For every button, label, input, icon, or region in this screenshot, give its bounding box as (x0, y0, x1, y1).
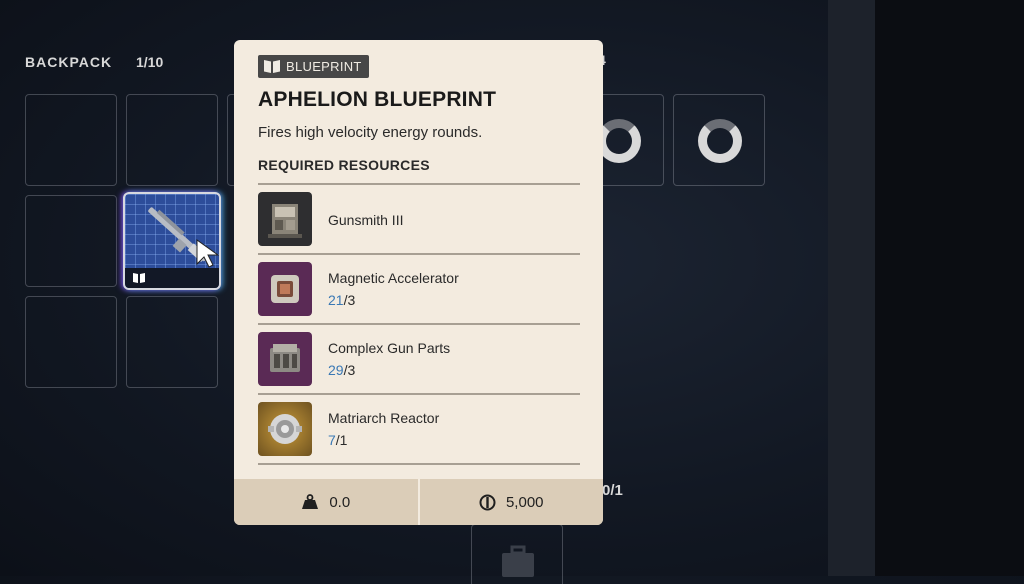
gun-parts-icon (258, 332, 312, 386)
backpack-slot[interactable] (25, 94, 117, 186)
workbench-icon (258, 192, 312, 246)
backpack-slot-selected[interactable] (123, 192, 221, 290)
reactor-icon (258, 402, 312, 456)
resource-name: Matriarch Reactor (328, 410, 440, 426)
coin-icon (479, 494, 496, 510)
backpack-count: 1/10 (136, 54, 164, 70)
tooltip-footer: 0.0 5,000 (234, 479, 603, 525)
item-price: 5,000 (420, 479, 604, 525)
item-type-label: BLUEPRINT (286, 59, 362, 74)
divider (258, 183, 580, 185)
safe-pocket-slot[interactable] (471, 524, 563, 584)
resource-name: Complex Gun Parts (328, 340, 451, 356)
resource-row: Magnetic Accelerator 21/3 (258, 262, 580, 318)
right-side-panel (828, 0, 875, 576)
accelerator-icon (258, 262, 312, 316)
weight-icon (302, 494, 319, 509)
resource-row: Gunsmith III (258, 192, 580, 248)
item-title: APHELION BLUEPRINT (258, 88, 497, 111)
required-quantity: /3 (343, 292, 356, 308)
resource-name: Gunsmith III (328, 212, 404, 228)
item-description: Fires high velocity energy rounds. (258, 124, 483, 141)
resource-quantity: 29/3 (328, 362, 355, 378)
owned-quantity: 21 (328, 292, 344, 308)
backpack-slot[interactable] (25, 195, 117, 287)
equipment-slot[interactable] (673, 94, 765, 186)
item-tooltip: BLUEPRINT APHELION BLUEPRINT Fires high … (234, 40, 603, 525)
book-icon (264, 60, 280, 73)
empty-slot-ring-icon (597, 119, 641, 163)
divider (258, 323, 580, 325)
divider (258, 393, 580, 395)
backpack-slot[interactable] (126, 94, 218, 186)
owned-quantity: 29 (328, 362, 344, 378)
backpack-slot[interactable] (25, 296, 117, 388)
blueprint-book-icon (133, 273, 145, 283)
backpack-header: BACKPACK (25, 54, 113, 70)
owned-quantity: 7 (328, 432, 336, 448)
resource-quantity: 21/3 (328, 292, 355, 308)
resource-row: Complex Gun Parts 29/3 (258, 332, 580, 388)
required-quantity: /3 (343, 362, 356, 378)
weight-value: 0.0 (329, 493, 351, 511)
resource-row: Matriarch Reactor 7/1 (258, 402, 580, 458)
mouse-cursor-icon (196, 239, 219, 268)
divider (258, 463, 580, 465)
divider (258, 253, 580, 255)
safe-pocket-counter: 0/1 (602, 482, 623, 499)
empty-slot-ring-icon (698, 119, 742, 163)
backpack-slot[interactable] (126, 296, 218, 388)
required-quantity: /1 (335, 432, 348, 448)
resource-quantity: 7/1 (328, 432, 347, 448)
item-type-tag: BLUEPRINT (258, 55, 369, 78)
price-value: 5,000 (505, 493, 544, 511)
resource-name: Magnetic Accelerator (328, 270, 459, 286)
required-resources-header: REQUIRED RESOURCES (258, 157, 430, 173)
slot-info-bar (125, 268, 219, 288)
screen-edge-dark (875, 0, 1024, 576)
item-weight: 0.0 (234, 479, 418, 525)
